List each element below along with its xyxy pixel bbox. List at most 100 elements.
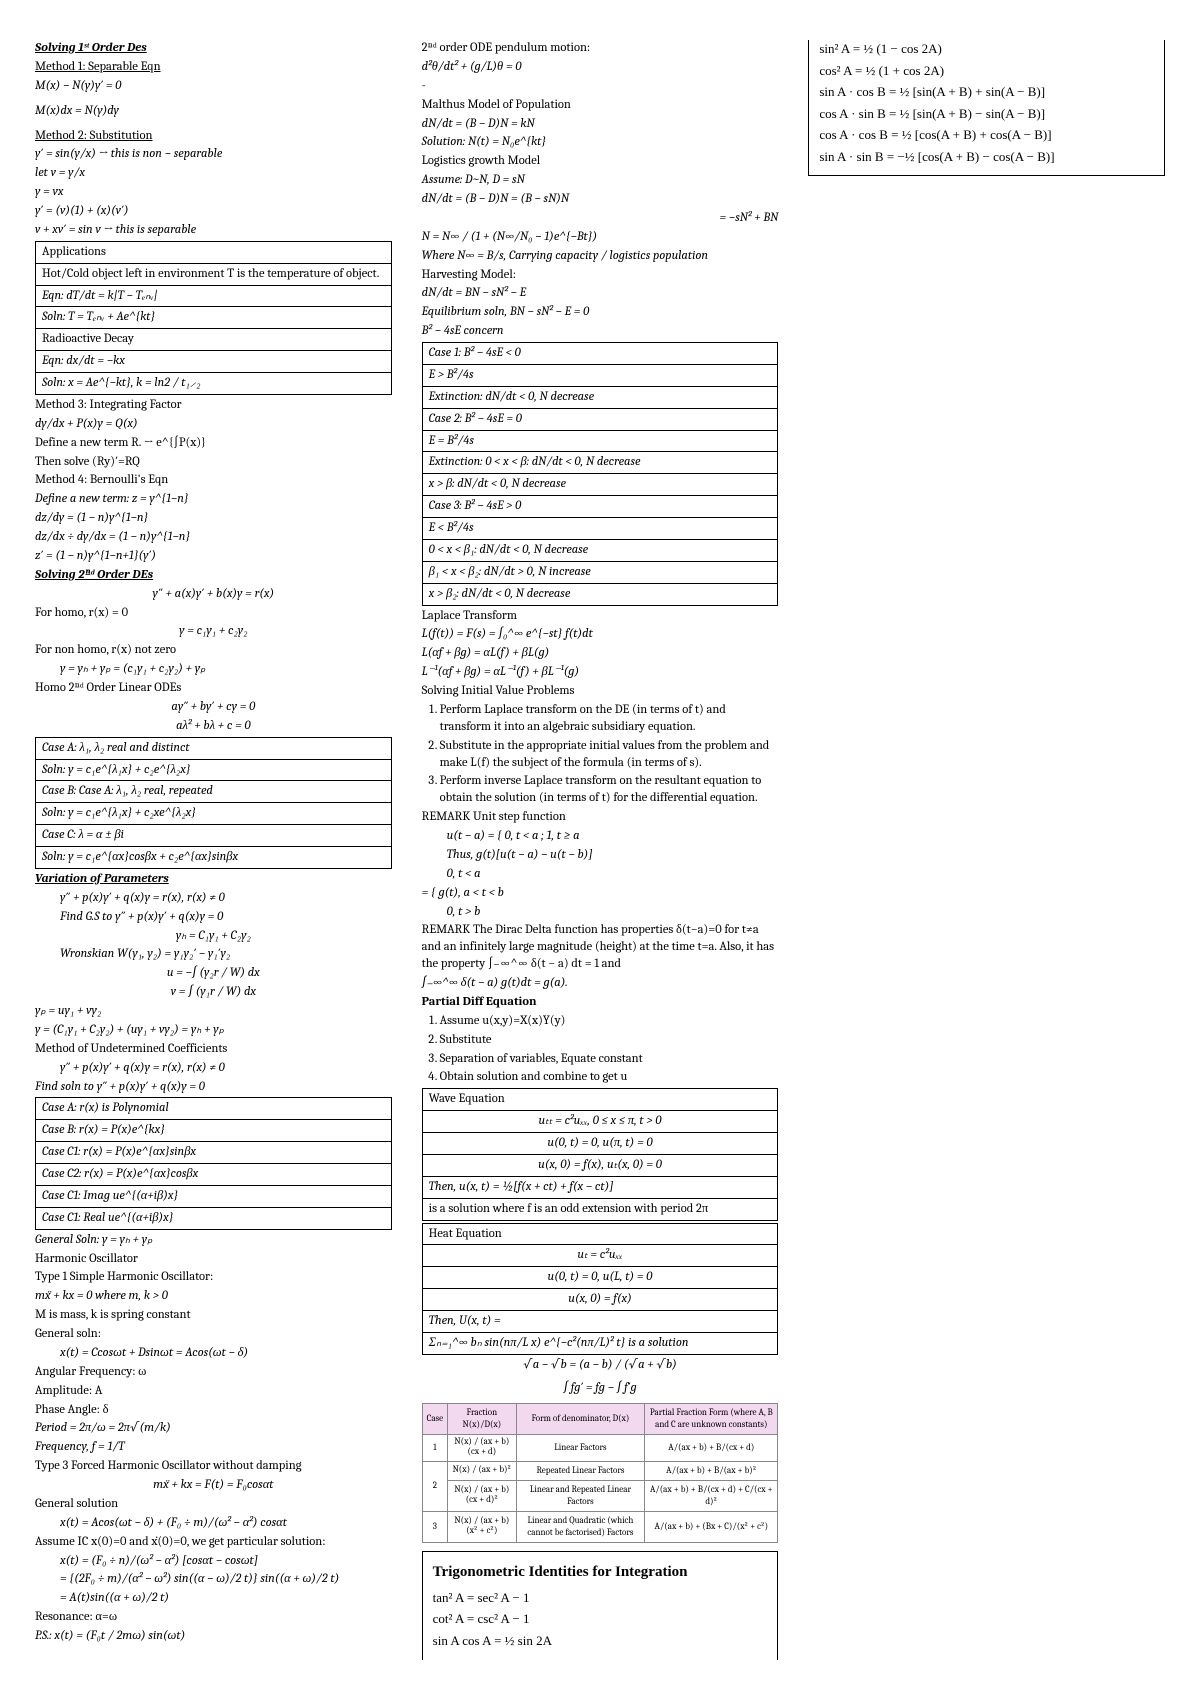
cell: Linear Factors [516,1434,645,1461]
eq: Define a new term: z = y^{1−n} [35,491,392,508]
box-row: Case B: r(x) = P(x)e^{kx} [36,1120,391,1142]
trig-title: Trigonometric Identities for Integration [433,1562,768,1582]
eq: dN/dt = BN − sN² − E [422,285,779,302]
text: REMARK The Dirac Delta function has prop… [422,922,779,973]
pde-steps: Assume u(x,y)=X(x)Y(y) Substitute Separa… [440,1013,779,1087]
heading-2nd-order: Solving 2ⁿᵈ Order DEs [35,568,153,582]
eq: Solution: N(t) = N₀e^{kt} [422,134,779,151]
cell: Linear and Quadratic (which cannot be fa… [516,1511,645,1542]
box-row: u(0, t) = 0, u(π, t) = 0 [423,1133,778,1155]
heat-eqn-box: Heat Equation uₜ = c²uₓₓ u(0, t) = 0, u(… [422,1223,779,1355]
eq: Equilibrium soln, BN − sN² − E = 0 [422,304,779,321]
box-row: u(x, 0) = f(x), uₜ(x, 0) = 0 [423,1155,778,1177]
eq: = { g(t), a < t < b [422,885,779,902]
box-row: Case A: λ₁, λ₂ real and distinct [36,738,391,760]
eq: General Soln: y = yₕ + yₚ [35,1232,392,1249]
box-row: E > B²/4s [423,365,778,387]
box-row: Soln: T = Tₑₙᵥ + Ae^{kt} [36,307,391,329]
box-row: Eqn: dx/dt = −kx [36,351,391,373]
eq: = −sN² + BN [422,210,779,227]
eq: u(t − a) = { 0, t < a ; 1, t ≥ a [422,828,779,845]
text: For non homo, r(x) not zero [35,642,392,659]
eq: yₕ = C₁y₁ + C₂y₂ [35,928,392,945]
box-title: Heat Equation [423,1224,778,1246]
eq: dz/dy = (1 − n)y^{1−n} [35,510,392,527]
table-row: 1 N(x) / (ax + b)(cx + d) Linear Factors… [422,1434,778,1461]
eq: L(αf + βg) = αL(f) + βL(g) [422,645,779,662]
text: Malthus Model of Population [422,97,779,114]
text: M is mass, k is spring constant [35,1307,392,1324]
text: REMARK Unit step function [422,809,779,826]
box-row: Case 3: B² − 4sE > 0 [423,496,778,518]
eq: = A(t)sin((α + ω)/2 t) [35,1590,392,1607]
heading-pde: Partial Diff Equation [422,994,779,1011]
text: Harmonic Oscillator [35,1251,392,1268]
box-row: Eqn: dT/dt = k|T − Tₑₙᵥ| [36,286,391,308]
text: Phase Angle: δ [35,1402,392,1419]
box-row: uₜₜ = c²uₓₓ, 0 ≤ x ≤ π, t > 0 [423,1111,778,1133]
list-item: Separation of variables, Equate constant [440,1051,779,1068]
eq: Thus, g(t)[u(t − a) − u(t − b)] [422,847,779,864]
eq: Period = 2π/ω = 2π√(m/k) [35,1420,392,1437]
text: Resonance: α=ω [35,1609,392,1626]
cell: Linear and Repeated Linear Factors [516,1480,645,1511]
text: Logistics growth Model [422,153,779,170]
eq: u = −∫ (y₂r / W) dx [35,965,392,982]
cell: Repeated Linear Factors [516,1461,645,1480]
eq: z′ = (1 − n)y^{1−n+1}(y′) [35,548,392,565]
eq: N = N∞ / (1 + (N∞/N₀ − 1)e^{−Bt}) [422,229,779,246]
eq: mẍ + kx = F(t) = F₀cosαt [35,1477,392,1494]
text: Homo 2ⁿᵈ Order Linear ODEs [35,680,392,697]
text: Type 1 Simple Harmonic Oscillator: [35,1269,392,1286]
cell: N(x) / (ax + b)(x² + c²) [448,1511,517,1542]
pf-header: Partial Fraction Form (where A, B and C … [645,1403,778,1434]
eq: y″ + p(x)y′ + q(x)y = r(x), r(x) ≠ 0 [35,890,392,907]
box-row: is a solution where f is an odd extensio… [423,1199,778,1220]
eq: L(f(t)) = F(s) = ∫₀^∞ e^{−st} f(t)dt [422,626,779,643]
trig-row: cos² A = ½ (1 + cos 2A) [819,62,1154,80]
trig-row: sin A · sin B = −½ [cos(A + B) − cos(A −… [819,148,1154,166]
cell: 3 [422,1511,447,1542]
box-row: Then, u(x, t) = ½[f(x + ct) + f(x − ct)] [423,1177,778,1199]
eq: y′ = sin(y/x) → this is non − separable [35,146,392,163]
method2-label: Method 2: Substitution [35,128,392,145]
eq: ∫₋∞^∞ δ(t − a) g(t)dt = g(a). [422,975,779,992]
box-row: Case 2: B² − 4sE = 0 [423,409,778,431]
text: Amplitude: A [35,1383,392,1400]
eq: aλ² + bλ + c = 0 [35,718,392,735]
list-item: Perform Laplace transform on the DE (in … [440,702,779,736]
eq: y = (C₁y₁ + C₂y₂) + (uy₁ + vy₂) = yₕ + y… [35,1022,392,1039]
list-item: Obtain solution and combine to get u [440,1069,779,1086]
eq: y′ = (v)(1) + (x)(v′) [35,203,392,220]
cell: N(x) / (ax + b)² [448,1461,517,1480]
pf-header: Fraction N(x)/D(x) [448,1403,517,1434]
text: For homo, r(x) = 0 [35,605,392,622]
list-item: Substitute [440,1032,779,1049]
applications-box: Applications Hot/Cold object left in env… [35,241,392,395]
eq: = {(2F₀ ÷ m)/(α² − ω²) sin((α − ω)/2 t)}… [35,1571,392,1588]
method1-label: Method 1: Separable Eqn [35,59,392,76]
ivp-steps: Perform Laplace transform on the DE (in … [440,702,779,772]
eq: Find G.S to y″ + p(x)y′ + q(x)y = 0 [35,909,392,926]
box-row: Soln: y = c₁e^{λ₁x} + c₂e^{λ₂x} [36,760,391,782]
eq: x(t) = Acos(ωt − δ) + (F₀ ÷ m)/(ω² − α²)… [35,1515,392,1532]
text: Then solve (Ry)′=RQ [35,454,392,471]
eq: dN/dt = (B − D)N = (B − sN)N [422,191,779,208]
box-row: u(x, 0) = f(x) [423,1289,778,1311]
box-row: Extinction: dN/dt < 0, N decrease [423,387,778,409]
box-row: x > β: dN/dt < 0, N decrease [423,474,778,496]
eq: v + xv′ = sin v → this is separable [35,222,392,239]
list-item: Substitute in the appropriate initial va… [440,738,779,772]
box-row: Soln: y = c₁e^{λ₁x} + c₂xe^{λ₂x} [36,803,391,825]
eq: dz/dx ÷ dy/dx = (1 − n)y^{1−n} [35,529,392,546]
eq: M(x)dx = N(y)dy [35,103,392,120]
text: Laplace Transform [422,608,779,625]
method4-label: Method 4: Bernoulli's Eqn [35,472,392,489]
text: Angular Frequency: ω [35,1364,392,1381]
eq: ∫ fg′ = fg − ∫ f′g [422,1380,779,1397]
trig-row: tan² A = sec² A − 1 [433,1589,768,1607]
eq: y″ + p(x)y′ + q(x)y = r(x), r(x) ≠ 0 [35,1060,392,1077]
text: Assume IC x(0)=0 and ẋ(0)=0, we get part… [35,1534,392,1551]
method3-label: Method 3: Integrating Factor [35,397,392,414]
eq: x(t) = (F₀ ÷ n)/(ω² − α²) [cosαt − cosωt… [35,1553,392,1570]
